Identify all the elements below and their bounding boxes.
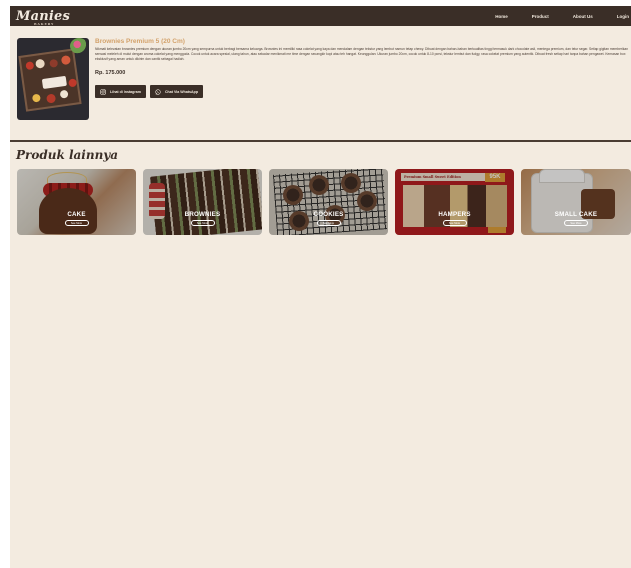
product-actions: Lihat di Instagram Chat Via WhatsApp	[95, 85, 631, 98]
see-more-button[interactable]: See More	[564, 220, 588, 226]
product-detail: Brownies Premium 5 (20 Cm) Nikmati kelez…	[10, 26, 631, 126]
instagram-button-label: Lihat di Instagram	[110, 89, 141, 94]
category-card-cake[interactable]: CAKE See More	[17, 169, 136, 235]
whatsapp-button-label: Chat Via WhatsApp	[164, 89, 199, 94]
card-label: COOKIES	[313, 211, 344, 218]
category-card-hampers[interactable]: Premium Small Sweet Edition 95K HAMPERS …	[395, 169, 514, 235]
product-image	[17, 38, 89, 120]
see-more-button[interactable]: See More	[190, 220, 215, 226]
product-info: Brownies Premium 5 (20 Cm) Nikmati kelez…	[95, 38, 631, 126]
category-card-cookies[interactable]: COOKIES See More	[269, 169, 388, 235]
category-card-small-cake[interactable]: SMALL CAKE See More	[521, 169, 631, 235]
logo-subtitle: BAKERY	[34, 21, 55, 26]
nav-about-us[interactable]: About Us	[573, 14, 593, 19]
see-more-button[interactable]: See More	[316, 220, 341, 226]
see-more-button[interactable]: See More	[64, 220, 89, 226]
flower-decoration	[70, 38, 88, 54]
category-card-brownies[interactable]: BROWNIES See More	[143, 169, 262, 235]
whatsapp-button[interactable]: Chat Via WhatsApp	[149, 85, 204, 98]
whatsapp-icon	[155, 88, 161, 95]
nav-links: Home Product About Us Login	[495, 14, 631, 19]
card-label: CAKE	[67, 211, 86, 218]
product-description: Nikmati kelezatan brownies premium denga…	[95, 47, 629, 61]
card-label: SMALL CAKE	[554, 211, 598, 218]
logo[interactable]: Manies BAKERY	[16, 9, 70, 26]
other-products-title: Produk lainnya	[16, 148, 119, 162]
card-label: HAMPERS	[438, 211, 471, 218]
card-label: BROWNIES	[184, 211, 221, 218]
instagram-icon	[100, 88, 106, 95]
nav-product[interactable]: Product	[532, 14, 549, 19]
brownie-box-photo	[18, 48, 82, 112]
instagram-button[interactable]: Lihat di Instagram	[95, 85, 146, 98]
nav-login[interactable]: Login	[617, 14, 629, 19]
nav-home[interactable]: Home	[495, 14, 508, 19]
category-cards: CAKE See More BROWNIES See More COOKIES …	[10, 169, 631, 235]
navbar: Manies BAKERY Home Product About Us Logi…	[10, 6, 631, 26]
page: Manies BAKERY Home Product About Us Logi…	[10, 6, 631, 568]
product-price: Rp. 175.000	[95, 70, 126, 76]
product-title: Brownies Premium 5 (20 Cm)	[95, 38, 185, 45]
see-more-button[interactable]: See More	[442, 220, 467, 226]
